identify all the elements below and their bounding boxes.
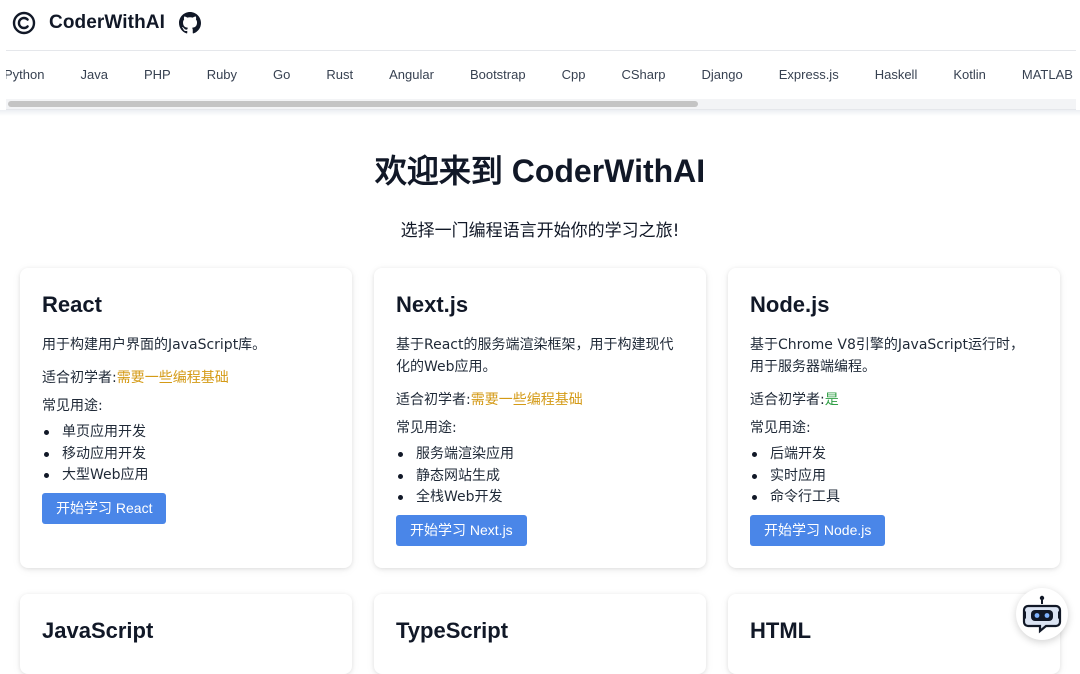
course-card-typescript: TypeScript bbox=[374, 594, 706, 674]
lang-matlab[interactable]: MATLAB bbox=[1004, 67, 1076, 82]
start-react-button[interactable]: 开始学习 React bbox=[42, 492, 167, 524]
card-title: Next.js bbox=[396, 292, 469, 317]
level-value: 是 bbox=[824, 392, 839, 408]
github-icon[interactable] bbox=[178, 12, 201, 34]
list-item: 后端开发 bbox=[752, 444, 1038, 466]
card-description: 用于构建用户界面的JavaScript库。 bbox=[42, 337, 267, 353]
list-item: 服务端渲染应用 bbox=[398, 444, 684, 466]
lang-kotlin[interactable]: Kotlin bbox=[935, 67, 1004, 82]
level-label: 适合初学者: bbox=[750, 392, 825, 408]
start-nodejs-button[interactable]: 开始学习 Node.js bbox=[750, 514, 886, 546]
card-title: JavaScript bbox=[42, 618, 154, 643]
card-level: 适合初学者:需要一些编程基础 bbox=[396, 390, 684, 410]
uses-label: 常见用途: bbox=[750, 420, 811, 436]
copyright-c-icon[interactable] bbox=[12, 11, 36, 35]
course-card-javascript: JavaScript bbox=[20, 594, 352, 674]
card-level: 适合初学者:需要一些编程基础 bbox=[42, 368, 330, 388]
course-card-html: HTML bbox=[728, 594, 1060, 674]
brand-name[interactable]: CoderWithAI bbox=[49, 12, 165, 34]
card-title: TypeScript bbox=[396, 618, 509, 643]
level-label: 适合初学者: bbox=[42, 370, 117, 386]
list-item: 全栈Web开发 bbox=[398, 487, 684, 509]
lang-rust[interactable]: Rust bbox=[308, 67, 371, 82]
top-header: CoderWithAI bbox=[0, 0, 1080, 46]
page-title: 欢迎来到 CoderWithAI bbox=[374, 153, 706, 189]
lang-bootstrap[interactable]: Bootstrap bbox=[452, 67, 544, 82]
nav-shadow bbox=[0, 110, 1080, 116]
card-title: HTML bbox=[750, 618, 812, 643]
level-value: 需要一些编程基础 bbox=[470, 392, 583, 408]
uses-list: 后端开发 实时应用 命令行工具 bbox=[750, 444, 1038, 509]
uses-list: 单页应用开发 移动应用开发 大型Web应用 bbox=[42, 422, 330, 487]
card-description: 基于React的服务端渲染框架，用于构建现代化的Web应用。 bbox=[396, 337, 674, 375]
lang-php[interactable]: PHP bbox=[126, 67, 189, 82]
uses-label: 常见用途: bbox=[42, 398, 103, 414]
uses-list: 服务端渲染应用 静态网站生成 全栈Web开发 bbox=[396, 444, 684, 509]
list-item: 移动应用开发 bbox=[44, 444, 330, 466]
list-item: 大型Web应用 bbox=[44, 465, 330, 487]
horizontal-scrollbar[interactable] bbox=[6, 99, 1076, 109]
lang-go[interactable]: Go bbox=[255, 67, 308, 82]
course-card-nextjs: Next.js 基于React的服务端渲染框架，用于构建现代化的Web应用。 适… bbox=[374, 268, 706, 568]
lang-java[interactable]: Java bbox=[62, 67, 125, 82]
lang-haskell[interactable]: Haskell bbox=[857, 67, 936, 82]
list-item: 单页应用开发 bbox=[44, 422, 330, 444]
course-card-nodejs: Node.js 基于Chrome V8引擎的JavaScript运行时，用于服务… bbox=[728, 268, 1060, 568]
lang-django[interactable]: Django bbox=[684, 67, 761, 82]
uses-label: 常见用途: bbox=[396, 420, 457, 436]
card-title: Node.js bbox=[750, 292, 830, 317]
lang-cpp[interactable]: Cpp bbox=[544, 67, 604, 82]
list-item: 命令行工具 bbox=[752, 487, 1038, 509]
list-item: 静态网站生成 bbox=[398, 466, 684, 488]
level-value: 需要一些编程基础 bbox=[116, 370, 229, 386]
lang-angular[interactable]: Angular bbox=[371, 67, 452, 82]
scrollbar-thumb[interactable] bbox=[8, 101, 698, 107]
lang-python[interactable]: Python bbox=[6, 67, 62, 82]
robot-chat-icon[interactable] bbox=[1016, 588, 1068, 640]
language-nav: Python Java PHP Ruby Go Rust Angular Boo… bbox=[6, 50, 1076, 110]
page-subtitle: 选择一门编程语言开始你的学习之旅! bbox=[400, 221, 680, 241]
card-title: React bbox=[42, 292, 102, 317]
lang-ruby[interactable]: Ruby bbox=[189, 67, 255, 82]
card-description: 基于Chrome V8引擎的JavaScript运行时，用于服务器端编程。 bbox=[750, 337, 1025, 375]
lang-csharp[interactable]: CSharp bbox=[603, 67, 683, 82]
level-label: 适合初学者: bbox=[396, 392, 471, 408]
card-level: 适合初学者:是 bbox=[750, 390, 1038, 410]
course-card-react: React 用于构建用户界面的JavaScript库。 适合初学者:需要一些编程… bbox=[20, 268, 352, 568]
lang-expressjs[interactable]: Express.js bbox=[761, 67, 857, 82]
list-item: 实时应用 bbox=[752, 466, 1038, 488]
language-track: Python Java PHP Ruby Go Rust Angular Boo… bbox=[6, 51, 1076, 97]
start-nextjs-button[interactable]: 开始学习 Next.js bbox=[396, 514, 527, 546]
